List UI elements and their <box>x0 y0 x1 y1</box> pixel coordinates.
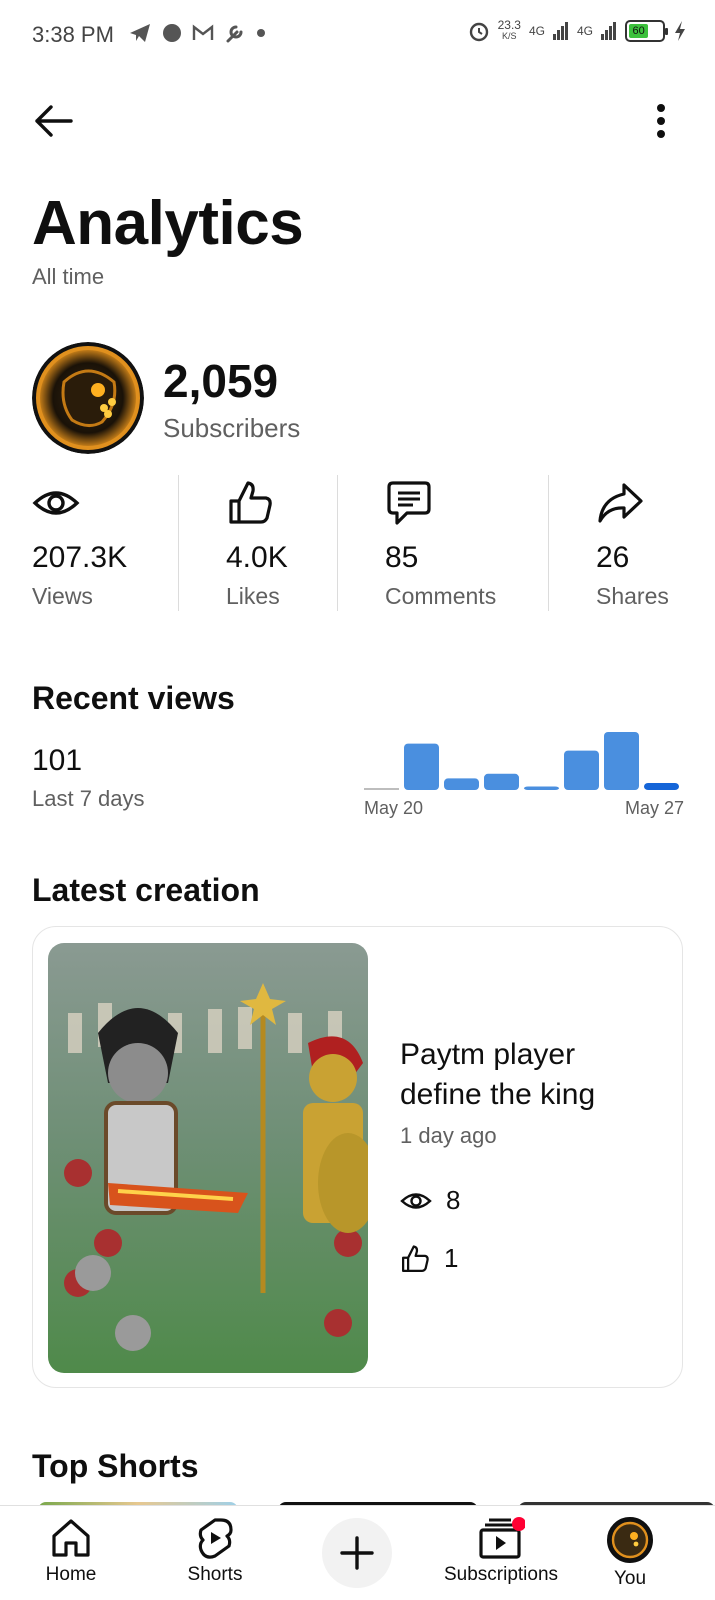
battery-level: 60 <box>629 24 649 38</box>
signal-bars-icon <box>552 22 568 40</box>
recent-views-title: Recent views <box>32 680 235 716</box>
recent-views-label: Last 7 days <box>32 786 145 811</box>
likes-value: 4.0K <box>226 541 288 574</box>
signal-bars-icon <box>601 22 616 40</box>
chart-tick-label-start: May 20 <box>364 798 423 818</box>
video-likes: 1 <box>400 1243 458 1274</box>
chart-bar-may-22 <box>444 778 479 790</box>
stat-divider <box>337 475 338 611</box>
stat-divider <box>548 475 549 611</box>
more-vert-icon <box>657 104 665 138</box>
subscriptions-icon <box>479 1517 525 1559</box>
arrow-left-icon <box>35 105 73 137</box>
eye-icon <box>32 491 80 515</box>
profile-avatar-icon <box>607 1517 653 1563</box>
battery-icon: 60 <box>625 20 668 42</box>
views-value: 207.3K <box>32 541 128 574</box>
nav-subscriptions[interactable]: Subscriptions <box>431 1516 571 1586</box>
wrench-icon <box>226 25 243 43</box>
share-icon <box>598 483 643 523</box>
status-notification-icons <box>128 22 266 44</box>
status-system-icons: 23.3 K/S 4G 4G 60 <box>468 18 687 42</box>
likes-label: Likes <box>226 583 280 609</box>
comments-value: 85 <box>385 541 419 574</box>
stat-divider <box>178 475 179 611</box>
circle-icon <box>163 24 181 42</box>
video-views: 8 <box>400 1185 460 1216</box>
shorts-icon <box>198 1518 233 1559</box>
nav-home[interactable]: Home <box>1 1516 141 1586</box>
latest-creation-card[interactable]: Paytm player define the king 1 day ago 8… <box>32 926 683 1388</box>
net-speed: 23.3 K/S <box>497 18 521 42</box>
plus-icon <box>340 1536 374 1570</box>
chart-bar-may-26 <box>604 732 639 790</box>
video-title[interactable]: Paytm player define the king <box>400 1035 660 1115</box>
chart-tick-label-end: May 27 <box>625 798 684 818</box>
shares-value: 26 <box>596 541 630 574</box>
shares-label: Shares <box>596 583 669 609</box>
status-time: 3:38 PM <box>32 22 114 47</box>
more-options-button[interactable] <box>643 98 679 144</box>
thumbs-up-icon <box>402 1244 429 1272</box>
subscriber-label: Subscribers <box>163 413 301 443</box>
stats-row: 207.3K Views 4.0K Likes 85 Comments 26 S… <box>0 475 715 615</box>
comments-label: Comments <box>385 583 497 609</box>
comment-icon <box>387 481 431 525</box>
nav-home-label: Home <box>45 1564 97 1585</box>
chart-bar-may-25 <box>564 750 599 790</box>
nav-you-label: You <box>613 1568 647 1589</box>
nav-you[interactable]: You <box>560 1516 700 1590</box>
signal-1-label: 4G <box>528 24 545 38</box>
chart-bar-may-24 <box>524 786 559 790</box>
video-thumbnail[interactable] <box>48 943 368 1373</box>
eye-icon <box>400 1192 432 1209</box>
status-bar: 3:38 PM 23.3 K/S 4G 4G 60 <box>0 0 715 72</box>
telegram-icon <box>130 24 150 42</box>
alarm-icon <box>469 22 488 42</box>
dot-icon <box>257 29 265 37</box>
gmail-icon <box>192 24 214 40</box>
home-icon <box>52 1519 90 1557</box>
thumbs-up-icon <box>229 481 272 524</box>
top-app-bar <box>0 88 715 152</box>
net-speed-value: 23.3 <box>497 18 521 32</box>
chart-bar-may-21 <box>404 743 439 790</box>
views-label: Views <box>32 583 93 609</box>
nav-subscriptions-label: Subscriptions <box>443 1564 559 1585</box>
page-title: Analytics <box>32 189 304 258</box>
signal-2-label: 4G <box>576 24 593 38</box>
nav-shorts[interactable]: Shorts <box>145 1516 285 1586</box>
charging-icon <box>675 21 685 41</box>
create-button[interactable] <box>322 1518 392 1588</box>
subscriber-count: 2,059 <box>163 355 279 407</box>
video-views-value: 8 <box>446 1185 461 1215</box>
date-range-label: All time <box>32 264 105 289</box>
bottom-navigation: Home Shorts Subscriptions You <box>0 1505 715 1600</box>
top-shorts-title: Top Shorts <box>32 1448 199 1484</box>
net-speed-unit: K/S <box>502 31 517 41</box>
channel-avatar <box>32 342 144 454</box>
chart-bar-may-23 <box>484 773 519 790</box>
latest-creation-title: Latest creation <box>32 872 260 908</box>
recent-views-chart[interactable]: May 20 May 27 <box>364 730 684 840</box>
video-likes-value: 1 <box>444 1243 459 1273</box>
video-age: 1 day ago <box>400 1123 497 1148</box>
nav-shorts-label: Shorts <box>187 1564 243 1585</box>
chart-bar-may-27 <box>644 783 679 790</box>
chart-bar-may-20 <box>364 788 399 790</box>
back-button[interactable] <box>30 98 76 144</box>
recent-views-value: 101 <box>32 744 83 777</box>
